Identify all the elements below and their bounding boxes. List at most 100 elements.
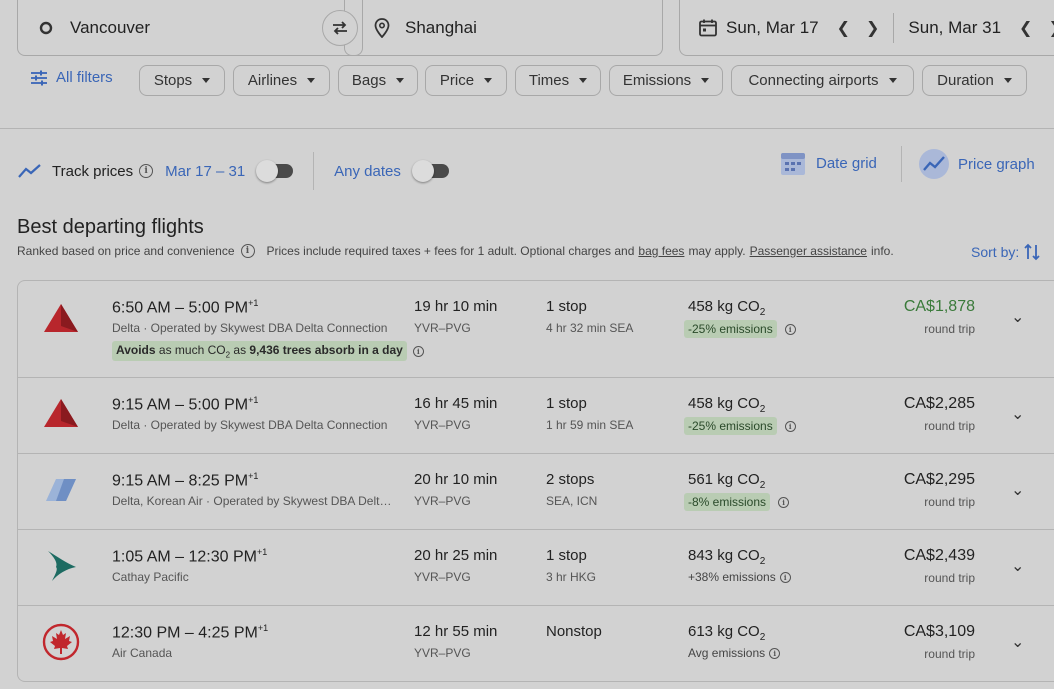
expand-chevron-icon[interactable]: ⌄ xyxy=(1011,556,1024,576)
return-date-value: Sun, Mar 31 xyxy=(908,17,1002,37)
info-icon[interactable]: i xyxy=(784,420,796,432)
info-icon[interactable]: i xyxy=(779,571,791,583)
expand-chevron-icon[interactable]: ⌄ xyxy=(1011,632,1024,652)
avoid-trees: 9,436 trees absorb in a day xyxy=(249,343,403,357)
track-divider xyxy=(313,152,315,190)
flight-route: YVR–PVG xyxy=(414,494,471,508)
times-filter-chip[interactable]: Times xyxy=(515,65,601,96)
dropdown-caret-icon xyxy=(1003,78,1012,83)
expand-chevron-icon[interactable]: ⌄ xyxy=(1011,307,1024,327)
passenger-assistance-link[interactable]: Passenger assistance xyxy=(750,244,867,258)
flight-stops: Nonstop xyxy=(546,623,602,640)
chip-label: Emissions xyxy=(622,72,692,89)
delta-logo-icon xyxy=(44,304,78,332)
connecting-airports-filter-chip[interactable]: Connecting airports xyxy=(731,65,914,96)
depart-next-icon[interactable]: ❯ xyxy=(858,18,887,38)
dropdown-caret-icon xyxy=(888,78,897,83)
prices-text-1: Prices include required taxes + fees for… xyxy=(266,244,635,258)
filters-divider xyxy=(0,128,1054,129)
track-prices-label: Track prices xyxy=(52,162,134,180)
flight-duration: 16 hr 45 min xyxy=(414,395,498,412)
flight-price: CA$2,295 xyxy=(903,471,975,488)
flight-price: CA$2,285 xyxy=(903,395,975,412)
ranking-note: Ranked based on price and convenience i … xyxy=(17,244,894,258)
info-icon[interactable]: i xyxy=(778,496,790,508)
price-filter-chip[interactable]: Price xyxy=(425,65,507,96)
flight-route: YVR–PVG xyxy=(414,570,471,584)
emissions-savings-note: Avoids as much CO2 as 9,436 trees absorb… xyxy=(112,341,424,362)
avoid-as: as xyxy=(233,343,247,357)
track-range: Mar 17 – 31 xyxy=(165,162,246,180)
emissions-pill: -25% emissions xyxy=(684,417,777,435)
depart-date-segment[interactable]: Sun, Mar 17 ❮ ❯ xyxy=(680,0,887,55)
flight-duration: 12 hr 55 min xyxy=(414,623,498,640)
emissions-pill: -25% emissions xyxy=(684,320,777,338)
flight-row[interactable]: 9:15 AM – 8:25 PM+1 Delta, Korean Air · … xyxy=(18,453,1054,529)
plus-days: +1 xyxy=(248,298,259,308)
flight-stops: 2 stops xyxy=(546,471,595,488)
airline-name: Air Canada xyxy=(112,646,173,660)
emissions-comparison: -8% emissions i xyxy=(684,493,790,511)
depart-date-value: Sun, Mar 17 xyxy=(726,17,819,37)
info-icon[interactable]: i xyxy=(139,164,154,178)
airlines-filter-chip[interactable]: Airlines xyxy=(233,65,330,96)
co2-text: 613 kg CO xyxy=(688,623,760,640)
stops-filter-chip[interactable]: Stops xyxy=(139,65,225,96)
co2-sub: 2 xyxy=(759,307,766,318)
sort-by-button[interactable]: Sort by: xyxy=(971,242,1041,262)
track-prices-toggle[interactable] xyxy=(256,160,294,182)
flight-list: 6:50 AM – 5:00 PM+1 Delta · Operated by … xyxy=(17,280,1054,682)
chip-label: Connecting airports xyxy=(748,72,879,89)
trip-type: round trip xyxy=(924,647,975,661)
any-dates-toggle[interactable] xyxy=(411,160,449,182)
flight-stops: 1 stop xyxy=(546,298,587,315)
co2-amount: 458 kg CO2 xyxy=(688,298,765,318)
return-next-icon[interactable]: ❯ xyxy=(1040,18,1054,38)
prices-text-2: may apply. xyxy=(688,244,746,258)
info-icon[interactable]: i xyxy=(240,244,255,258)
section-title: Best departing flights xyxy=(17,216,204,238)
stop-details: 4 hr 32 min SEA xyxy=(546,321,634,335)
emissions-savings-pill: Avoids as much CO2 as 9,436 trees absorb… xyxy=(112,341,407,362)
return-prev-icon[interactable]: ❮ xyxy=(1011,18,1040,38)
date-grid-label: Date grid xyxy=(816,154,877,172)
swap-arrows-icon xyxy=(333,21,347,35)
bags-filter-chip[interactable]: Bags xyxy=(338,65,418,96)
destination-field[interactable]: Shanghai xyxy=(344,0,663,56)
co2-amount: 458 kg CO2 xyxy=(688,395,765,415)
flight-row[interactable]: 1:05 AM – 12:30 PM+1 Cathay Pacific 20 h… xyxy=(18,529,1054,605)
depart-prev-icon[interactable]: ❮ xyxy=(829,18,858,38)
all-filters-button[interactable]: All filters xyxy=(30,69,113,86)
return-date-segment[interactable]: Sun, Mar 31 ❮ ❯ xyxy=(900,0,1054,55)
flight-row[interactable]: 12:30 PM – 4:25 PM+1 Air Canada 12 hr 55… xyxy=(18,605,1054,683)
price-graph-button[interactable]: Price graph xyxy=(918,148,1035,180)
flight-row[interactable]: 9:15 AM – 5:00 PM+1 Delta · Operated by … xyxy=(18,377,1054,453)
flight-price: CA$1,878 xyxy=(903,298,975,315)
ranked-text: Ranked based on price and convenience xyxy=(17,244,235,258)
flight-price: CA$3,109 xyxy=(903,623,975,640)
expand-chevron-icon[interactable]: ⌄ xyxy=(1011,404,1024,424)
swap-button[interactable] xyxy=(322,10,358,46)
expand-chevron-icon[interactable]: ⌄ xyxy=(1011,480,1024,500)
dropdown-caret-icon xyxy=(579,78,588,83)
duration-filter-chip[interactable]: Duration xyxy=(922,65,1027,96)
co2-text: 561 kg CO xyxy=(688,471,760,488)
track-prices-row: Track prices i Mar 17 – 31 Any dates xyxy=(18,152,449,190)
info-icon[interactable]: i xyxy=(769,647,781,659)
emissions-filter-chip[interactable]: Emissions xyxy=(609,65,723,96)
co2-amount: 613 kg CO2 xyxy=(688,623,765,643)
date-field[interactable]: Sun, Mar 17 ❮ ❯ Sun, Mar 31 ❮ ❯ xyxy=(679,0,1054,56)
flight-row[interactable]: 6:50 AM – 5:00 PM+1 Delta · Operated by … xyxy=(18,281,1054,377)
emissions-text: +38% emissions xyxy=(688,570,776,584)
dropdown-caret-icon xyxy=(202,78,211,83)
origin-value: Vancouver xyxy=(70,17,151,37)
date-grid-button[interactable]: Date grid xyxy=(780,150,877,176)
info-icon[interactable]: i xyxy=(412,345,424,357)
date-divider xyxy=(893,12,895,43)
origin-field[interactable]: Vancouver xyxy=(17,0,363,56)
chip-label: Price xyxy=(439,72,475,89)
times-text: 1:05 AM – 12:30 PM xyxy=(112,548,257,566)
bag-fees-link[interactable]: bag fees xyxy=(638,244,684,258)
info-icon[interactable]: i xyxy=(784,323,796,335)
flight-times: 1:05 AM – 12:30 PM+1 xyxy=(112,547,267,566)
